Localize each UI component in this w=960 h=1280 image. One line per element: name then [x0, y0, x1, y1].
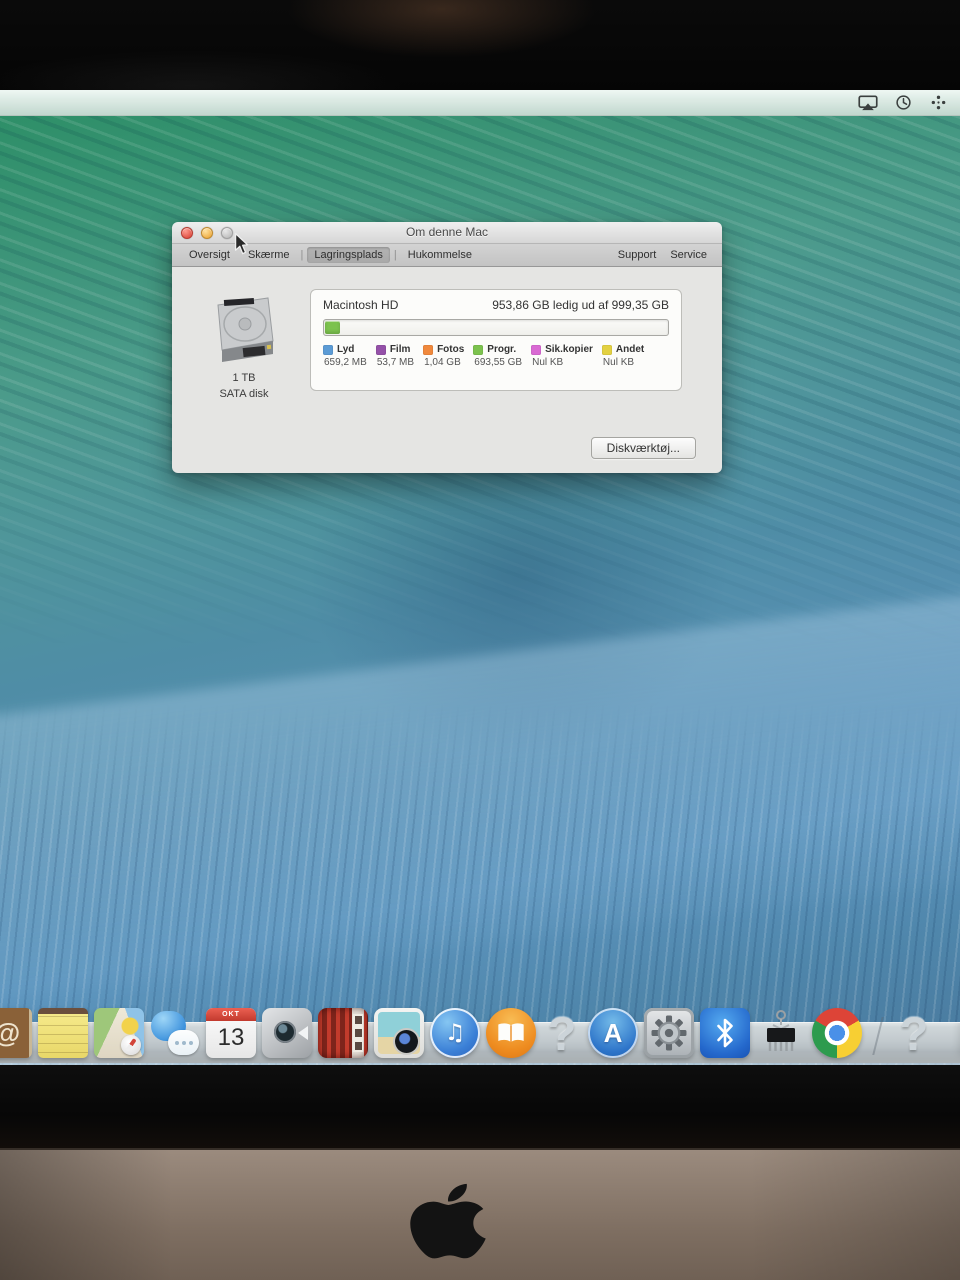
- notes-dock-icon[interactable]: [38, 1008, 88, 1058]
- legend-value: 53,7 MB: [376, 357, 415, 368]
- maps-dock-icon[interactable]: [94, 1008, 144, 1058]
- legend-value: 659,2 MB: [324, 357, 367, 368]
- imac-bottom-bezel: [0, 1065, 960, 1148]
- iphoto-dock-icon[interactable]: [374, 1008, 424, 1058]
- dock: @ OKT 13: [0, 1008, 934, 1058]
- tab-lagringsplads[interactable]: Lagringsplads: [307, 247, 390, 263]
- window-title: Om denne Mac: [405, 225, 489, 239]
- legend-item-sikkopier: Sik.kopier Nul KB: [531, 344, 593, 368]
- legend-label: Lyd: [337, 344, 355, 355]
- legend-item-lyd: Lyd 659,2 MB: [323, 344, 367, 368]
- storage-usage-bar: [323, 319, 669, 336]
- legend-swatch-movies: [375, 344, 386, 355]
- app-store-dock-icon[interactable]: A: [588, 1008, 638, 1058]
- legend-value: 1,04 GB: [424, 357, 461, 368]
- airplay-icon[interactable]: [858, 94, 878, 112]
- time-machine-icon[interactable]: [893, 94, 913, 112]
- tab-hukommelse[interactable]: Hukommelse: [401, 247, 479, 263]
- disk-utility-button[interactable]: Diskværktøj...: [590, 437, 696, 459]
- legend-label: Progr.: [487, 344, 517, 355]
- facetime-dock-icon[interactable]: [262, 1008, 312, 1058]
- service-link[interactable]: Service: [665, 247, 712, 263]
- disk-size-label: 1 TB: [232, 372, 256, 384]
- contacts-dock-icon[interactable]: @: [0, 1008, 32, 1058]
- chat-bubble-icon: [168, 1030, 199, 1055]
- about-this-mac-window: Om denne Mac Oversigt Skærme | Lagringsp…: [172, 222, 722, 473]
- tab-separator: |: [393, 249, 397, 261]
- music-note-icon: ♫: [444, 1020, 466, 1046]
- legend-item-progr: Progr. 693,55 GB: [473, 344, 522, 368]
- disk-name: Macintosh HD: [323, 298, 399, 312]
- at-glyph: @: [0, 1018, 20, 1049]
- menu-bar: [0, 90, 960, 116]
- minimize-button[interactable]: [201, 227, 213, 239]
- hard-drive-icon: [209, 293, 279, 369]
- window-toolbar: Oversigt Skærme | Lagringsplads | Hukomm…: [172, 244, 722, 267]
- legend-label: Fotos: [437, 344, 465, 355]
- legend-value: Nul KB: [532, 357, 564, 368]
- legend-item-andet: Andet Nul KB: [601, 344, 645, 368]
- drive-block: 1 TB SATA disk: [190, 293, 298, 401]
- bluetooth-rune-icon: [717, 1018, 733, 1048]
- imac-photo: Om denne Mac Oversigt Skærme | Lagringsp…: [0, 0, 960, 1280]
- calendar-day: 13: [217, 1024, 245, 1051]
- chip-utility-dock-icon[interactable]: [756, 1008, 806, 1058]
- support-link[interactable]: Support: [613, 247, 662, 263]
- tab-separator: |: [300, 249, 304, 261]
- legend-swatch-backups: [531, 344, 542, 355]
- storage-bar-used-segment: [325, 321, 340, 334]
- apple-logo-icon: [401, 1182, 495, 1274]
- messages-dock-icon[interactable]: [150, 1008, 200, 1058]
- legend-label: Sik.kopier: [545, 344, 593, 355]
- imac-screen: Om denne Mac Oversigt Skærme | Lagringsp…: [0, 90, 960, 1065]
- legend-swatch-photos: [423, 344, 434, 355]
- calendar-dock-icon[interactable]: OKT 13: [206, 1008, 256, 1058]
- calendar-month: OKT: [206, 1008, 256, 1021]
- storage-pane: 1 TB SATA disk Macintosh HD 953,86 GB le…: [172, 267, 722, 473]
- bluetooth-dock-icon[interactable]: [700, 1008, 750, 1058]
- camera-lens-icon: [395, 1030, 418, 1053]
- zoom-button[interactable]: [221, 227, 233, 239]
- tab-oversigt[interactable]: Oversigt: [182, 247, 237, 263]
- compass-icon: [121, 1035, 141, 1055]
- video-triangle-icon: [298, 1026, 308, 1040]
- legend-item-fotos: Fotos 1,04 GB: [423, 344, 464, 368]
- window-titlebar: Om denne Mac: [172, 222, 722, 244]
- open-book-icon: [498, 1023, 524, 1043]
- imac-chin: [0, 1148, 960, 1280]
- storage-panel: Macintosh HD 953,86 GB ledig ud af 999,3…: [310, 289, 682, 391]
- system-preferences-dock-icon[interactable]: [644, 1008, 694, 1058]
- ibooks-dock-icon[interactable]: [486, 1008, 536, 1058]
- wallpaper-ridge: [0, 584, 960, 1014]
- missing-app-dock-icon[interactable]: ?: [894, 1008, 934, 1058]
- gear-icon: [651, 1015, 687, 1051]
- tab-skaerme[interactable]: Skærme: [241, 247, 297, 263]
- microchip-icon: [767, 1010, 795, 1051]
- photo-strip-icon: [353, 1014, 363, 1052]
- free-space-text: 953,86 GB ledig ud af 999,35 GB: [492, 298, 669, 312]
- camera-lens-icon: [274, 1021, 296, 1043]
- imac-top-bezel: [0, 0, 960, 90]
- storage-legend: Lyd 659,2 MB Film 53,7 MB Fotos 1,04 GB: [323, 344, 669, 368]
- dock-divider: [872, 1017, 884, 1055]
- legend-label: Andet: [615, 344, 645, 355]
- chrome-dock-icon[interactable]: [812, 1008, 862, 1058]
- legend-swatch-apps: [473, 344, 484, 355]
- photo-booth-dock-icon[interactable]: [318, 1008, 368, 1058]
- legend-label: Film: [389, 344, 411, 355]
- menu-extra-icon[interactable]: [928, 94, 948, 112]
- legend-value: 693,55 GB: [474, 357, 523, 368]
- app-store-a-glyph: A: [603, 1017, 623, 1048]
- question-mark-glyph: ?: [547, 1007, 577, 1060]
- disk-type-label: SATA disk: [219, 388, 269, 400]
- question-mark-glyph: ?: [899, 1007, 929, 1060]
- legend-value: Nul KB: [602, 357, 635, 368]
- missing-app-dock-icon[interactable]: ?: [542, 1008, 582, 1058]
- legend-swatch-audio: [323, 344, 333, 355]
- legend-item-film: Film 53,7 MB: [375, 344, 415, 368]
- close-button[interactable]: [181, 227, 193, 239]
- legend-swatch-other: [601, 344, 612, 355]
- itunes-dock-icon[interactable]: ♫: [430, 1008, 480, 1058]
